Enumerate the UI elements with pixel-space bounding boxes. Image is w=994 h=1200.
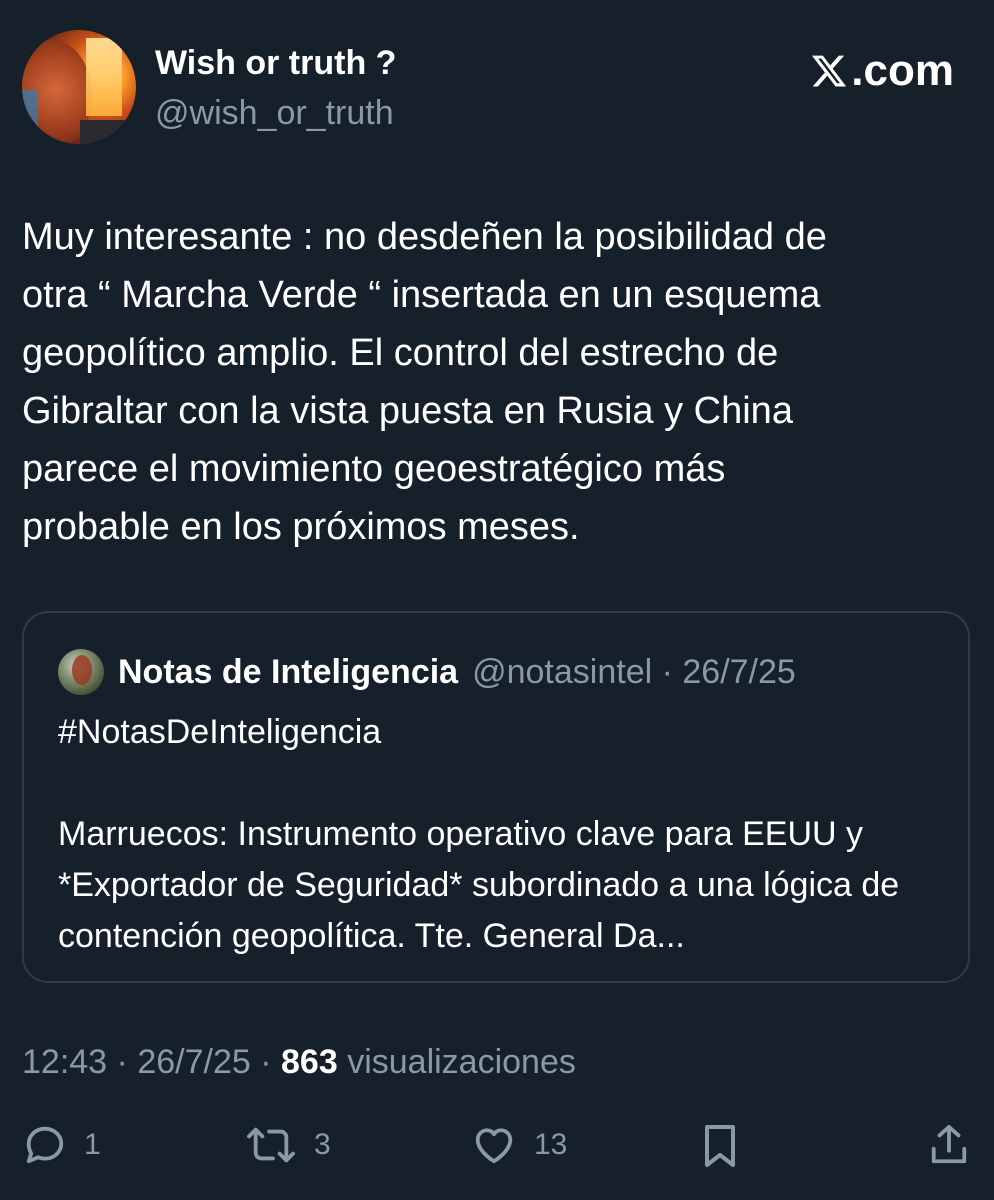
meta-separator: · [116, 1043, 138, 1081]
x-logo-icon [812, 55, 847, 87]
tweet-meta-line: 12:43 · 26/7/25 · 863 visualizaciones [22, 1043, 576, 1082]
author-handle[interactable]: @wish_or_truth [155, 94, 394, 133]
quoted-tweet-text: Marruecos: Instrumento operativo clave p… [58, 815, 900, 955]
action-bar: 1 3 13 [0, 1122, 994, 1178]
share-icon [931, 1124, 967, 1164]
meta-separator: · [260, 1043, 282, 1081]
quoted-author-name[interactable]: Notas de Inteligencia [118, 653, 458, 692]
reply-icon [26, 1126, 64, 1164]
share-button[interactable] [928, 1122, 970, 1168]
quoted-dot-separator: · [652, 652, 683, 691]
quoted-date[interactable]: 26/7/25 [682, 653, 795, 692]
repost-count: 3 [314, 1128, 331, 1161]
quoted-tweet-card[interactable]: Notas de Inteligencia @notasintel · 26/7… [22, 611, 970, 983]
like-count: 13 [534, 1128, 568, 1161]
like-button[interactable]: 13 [470, 1122, 567, 1168]
quoted-author-handle[interactable]: @notasintel [472, 653, 652, 692]
quoted-author-avatar[interactable] [58, 649, 104, 695]
x-brand: .com [809, 46, 954, 96]
quoted-tweet-body: #NotasDeInteligencia Marruecos: Instrume… [58, 707, 948, 962]
quoted-hashtag[interactable]: #NotasDeInteligencia [58, 707, 948, 758]
tweet-text: Muy interesante : no desdeñen la posibil… [22, 216, 827, 548]
bookmark-button[interactable] [700, 1122, 740, 1170]
bookmark-icon [705, 1125, 735, 1167]
quoted-tweet-header: Notas de Inteligencia @notasintel · 26/7… [58, 649, 796, 695]
tweet-time[interactable]: 12:43 [22, 1043, 107, 1081]
repost-button[interactable]: 3 [244, 1122, 331, 1168]
author-avatar[interactable] [22, 30, 136, 144]
views-count: 863 [281, 1043, 338, 1081]
views-label: visualizaciones [347, 1043, 576, 1081]
heart-icon [475, 1128, 513, 1164]
repost-icon [247, 1127, 295, 1163]
reply-count: 1 [84, 1128, 101, 1161]
tweet-date[interactable]: 26/7/25 [137, 1043, 250, 1081]
author-display-name[interactable]: Wish or truth ? [155, 44, 396, 83]
brand-domain: .com [851, 46, 954, 95]
reply-button[interactable]: 1 [22, 1122, 101, 1168]
